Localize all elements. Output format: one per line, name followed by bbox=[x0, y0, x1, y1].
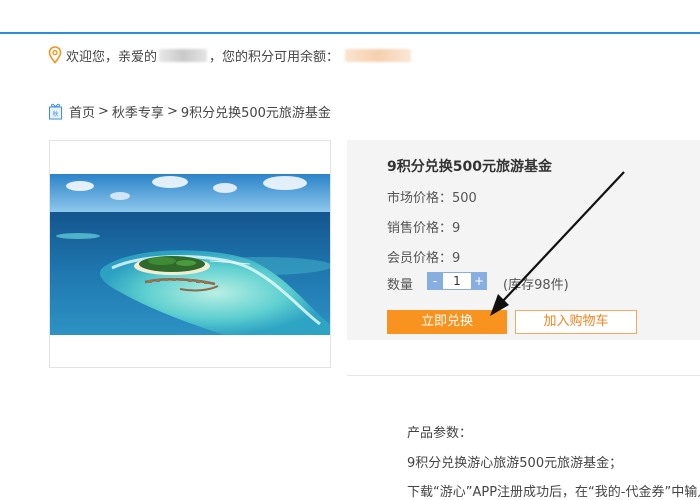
add-to-cart-button[interactable]: 加入购物车 bbox=[515, 310, 637, 334]
description-line: 9积分兑换游心旅游500元旅游基金； bbox=[407, 456, 623, 471]
gift-icon: 秋 bbox=[49, 103, 62, 120]
top-bar bbox=[0, 0, 700, 34]
sale-price: 销售价格：9 bbox=[387, 221, 461, 236]
product-image[interactable] bbox=[50, 174, 330, 335]
breadcrumb-category-link[interactable]: 秋季专享 bbox=[112, 102, 164, 121]
description-heading: 产品参数： bbox=[407, 426, 473, 441]
section-divider bbox=[347, 375, 700, 376]
redeem-now-button[interactable]: 立即兑换 bbox=[387, 310, 507, 334]
description-line: 下载“游心”APP注册成功后，在“我的-代金券”中输入 bbox=[407, 485, 700, 500]
product-info-panel: 9积分兑换500元旅游基金 市场价格：500 销售价格：9 会员价格：9 数量 … bbox=[347, 140, 700, 340]
breadcrumb-home-link[interactable]: 首页 bbox=[69, 102, 95, 121]
stock-count: (库存98件) bbox=[503, 278, 569, 293]
market-price: 市场价格：500 bbox=[387, 191, 477, 206]
points-balance-redacted bbox=[345, 48, 412, 62]
quantity-decrease-button[interactable]: - bbox=[427, 272, 443, 290]
quantity-label: 数量 bbox=[387, 278, 414, 293]
welcome-suffix: ，您的积分可用余额： bbox=[209, 49, 340, 65]
breadcrumb-separator: > bbox=[166, 103, 178, 119]
breadcrumb-separator: > bbox=[98, 103, 109, 119]
product-title: 9积分兑换500元旅游基金 bbox=[387, 159, 552, 175]
breadcrumb-current: 9积分兑换500元旅游基金 bbox=[180, 105, 331, 121]
welcome-bar: 欢迎您，亲爱的 ，您的积分可用余额： bbox=[48, 44, 412, 66]
breadcrumb: 秋 首页 > 秋季专享 > 9积分兑换500元旅游基金 bbox=[48, 100, 331, 122]
welcome-prefix: 欢迎您，亲爱的 bbox=[66, 49, 158, 65]
svg-text:秋: 秋 bbox=[52, 110, 58, 118]
quantity-input[interactable] bbox=[443, 272, 471, 290]
location-pin-icon bbox=[48, 46, 62, 64]
username-redacted bbox=[159, 48, 208, 62]
product-image-frame bbox=[49, 140, 331, 368]
member-price: 会员价格：9 bbox=[387, 251, 461, 266]
quantity-increase-button[interactable]: + bbox=[471, 272, 487, 290]
quantity-stepper: - + bbox=[427, 272, 487, 290]
